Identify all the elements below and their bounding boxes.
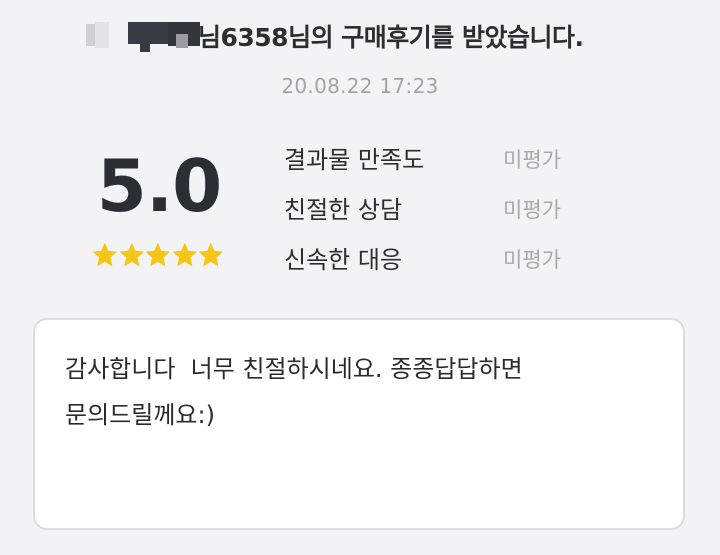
review-timestamp: 20.08.22 17:23 [281,74,439,98]
criterion-row: 신속한 대응 미평가 [284,240,624,290]
review-content-box: 감사합니다 너무 친절하시네요. 종종답답하면 문의드릴께요:) [33,318,685,530]
star-icon [199,243,223,266]
username-mask [140,30,150,52]
star-icon [172,243,197,266]
criterion-value: 미평가 [503,248,561,272]
criterion-value: 미평가 [503,148,561,172]
star-icon [119,243,144,266]
star-rating [92,242,224,272]
username-mask [176,34,188,48]
criterion-label: 결과물 만족도 [284,146,425,174]
username-mask [86,24,95,46]
criterion-value: 미평가 [503,198,561,222]
header-title: 님6358님의 구매후기를 받았습니다. [198,23,584,52]
username-mask [95,22,109,48]
rating-score: 5.0 [96,144,223,228]
criterion-row: 결과물 만족도 미평가 [284,140,624,190]
rating-criteria: 결과물 만족도 미평가 친절한 상담 미평가 신속한 대응 미평가 [284,140,624,290]
star-icon [93,243,117,266]
review-header: 님6358님의 구매후기를 받았습니다. [0,12,720,52]
criterion-label: 친절한 상담 [284,196,403,224]
criterion-row: 친절한 상담 미평가 [284,190,624,240]
review-text: 감사합니다 너무 친절하시네요. 종종답답하면 문의드릴께요:) [65,355,523,429]
criterion-label: 신속한 대응 [284,246,403,274]
star-icon [146,243,170,266]
